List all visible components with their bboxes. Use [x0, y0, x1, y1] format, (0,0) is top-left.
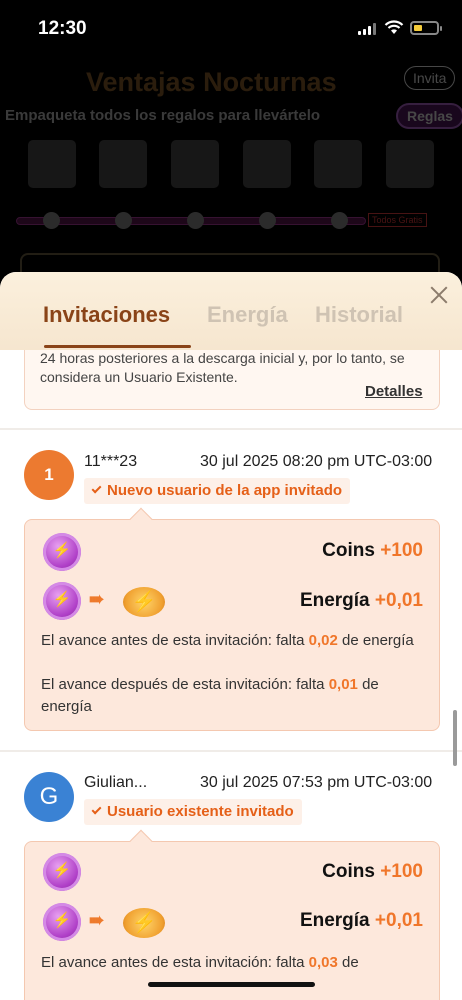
progress-before: El avance antes de esta invitación: falt… [41, 632, 414, 649]
battery-icon [410, 21, 442, 35]
invite-button[interactable]: Invita [404, 66, 456, 90]
invitee-status-badge: Usuario existente invitado [84, 799, 302, 825]
invitee-status-badge: Nuevo usuario de la app invitado [84, 478, 351, 504]
check-icon [187, 212, 204, 229]
tab-historial[interactable]: Historial [315, 302, 403, 328]
energy-bolt-icon [121, 583, 167, 619]
background-title: Ventajas Nocturnas [86, 67, 337, 97]
invitee-name: Giulian... [84, 774, 148, 791]
invitation-date: 30 jul 2025 07:53 pm UTC-03:00 [200, 774, 433, 791]
check-icon [331, 212, 348, 229]
wifi-icon [384, 20, 404, 34]
reward-card: Coins +100 ➠ Energía +0,01 El avance ant… [24, 829, 440, 1000]
energy-reward: Energía +0,01 [299, 910, 423, 931]
gift-icon [314, 140, 362, 188]
close-icon[interactable] [428, 284, 450, 306]
gift-icon [243, 140, 291, 188]
rules-button[interactable]: Reglas [396, 103, 462, 129]
coin-gem-icon [43, 853, 81, 891]
check-icon [43, 212, 60, 229]
active-tab-indicator [44, 345, 191, 348]
status-bar: 12:30 [0, 0, 462, 60]
progress-after: El avance después de esta invitación: fa… [41, 676, 379, 715]
avatar: 1 [24, 450, 74, 500]
arrow-icon: ➠ [89, 910, 105, 930]
status-time: 12:30 [38, 18, 87, 39]
coins-reward: Coins +100 [322, 540, 423, 561]
gift-icon [386, 140, 434, 188]
divider [0, 428, 462, 430]
check-icon [259, 212, 276, 229]
scrollbar[interactable] [453, 710, 457, 766]
invitations-sheet: 24 horas posteriores a la descarga inici… [0, 272, 462, 1000]
arrow-icon: ➠ [89, 589, 105, 609]
cellular-signal-icon [358, 23, 378, 35]
energy-reward: Energía +0,01 [299, 590, 423, 611]
gift-icon [28, 140, 76, 188]
details-link[interactable]: Detalles [365, 383, 423, 400]
progress-before: El avance antes de esta invitación: falt… [41, 954, 359, 971]
tab-invitaciones[interactable]: Invitaciones [43, 302, 170, 328]
check-icon [91, 483, 102, 494]
background-subtitle: Empaqueta todos los regalos para llevárt… [5, 107, 321, 124]
reward-card: Coins +100 ➠ Energía +0,01 El avance ant… [24, 507, 440, 731]
invitation-date: 30 jul 2025 08:20 pm UTC-03:00 [200, 453, 433, 470]
all-free-badge: Todos Gratis [368, 213, 427, 227]
sheet-header: Invitaciones Energía Historial [0, 272, 462, 350]
info-note-text: 24 horas posteriores a la descarga inici… [40, 350, 405, 385]
check-icon [91, 804, 102, 815]
gift-icon [171, 140, 219, 188]
coin-gem-icon [43, 582, 81, 620]
check-icon [115, 212, 132, 229]
coins-reward: Coins +100 [322, 861, 423, 882]
coin-gem-icon [43, 533, 81, 571]
home-indicator[interactable] [148, 982, 315, 987]
avatar: G [24, 772, 74, 822]
background-page: Ventajas Nocturnas Invita Empaqueta todo… [0, 55, 462, 293]
tab-energia[interactable]: Energía [207, 302, 288, 328]
divider [0, 750, 462, 752]
energy-bolt-icon [121, 904, 167, 940]
invitee-name: 11***23 [84, 453, 138, 470]
coin-gem-icon [43, 903, 81, 941]
gift-icon [99, 140, 147, 188]
